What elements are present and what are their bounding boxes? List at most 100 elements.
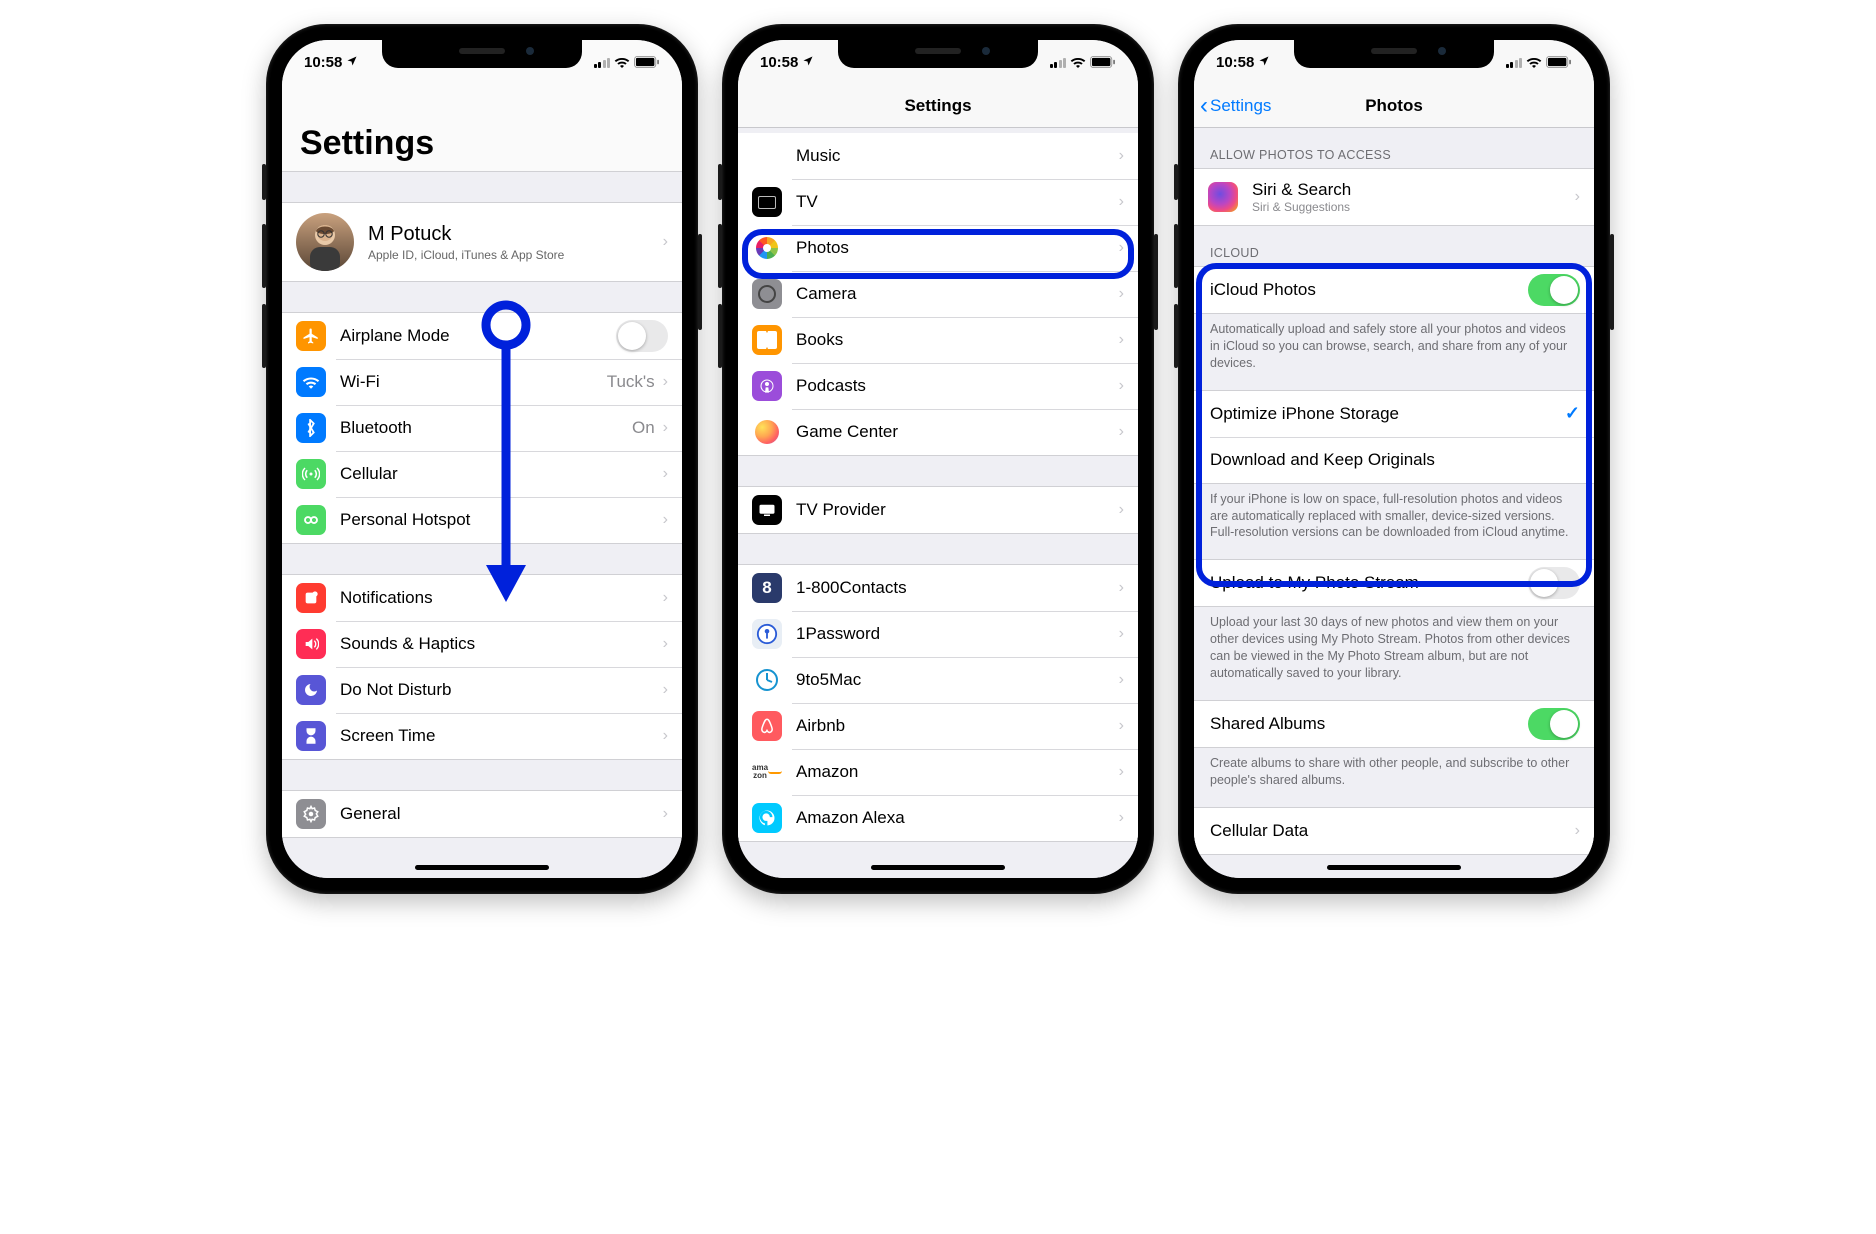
- back-button[interactable]: ‹ Settings: [1200, 84, 1271, 127]
- profile-row[interactable]: M Potuck Apple ID, iCloud, iTunes & App …: [282, 203, 682, 281]
- row-screentime[interactable]: Screen Time ›: [282, 713, 682, 759]
- cell-signal-icon: [1050, 57, 1067, 68]
- row-1password[interactable]: 1Password›: [738, 611, 1138, 657]
- row-label: Camera: [796, 284, 1111, 304]
- row-label: TV Provider: [796, 500, 1111, 520]
- row-label: Wi-Fi: [340, 372, 607, 392]
- row-airbnb[interactable]: Airbnb›: [738, 703, 1138, 749]
- home-indicator[interactable]: [871, 865, 1005, 870]
- row-label: Books: [796, 330, 1111, 350]
- row-gamecenter[interactable]: Game Center›: [738, 409, 1138, 455]
- row-amazon[interactable]: amazon Amazon›: [738, 749, 1138, 795]
- app-icon: [752, 711, 782, 741]
- chevron-icon: ›: [1119, 331, 1124, 349]
- row-1800contacts[interactable]: 8 1-800Contacts›: [738, 565, 1138, 611]
- row-photos[interactable]: Photos›: [738, 225, 1138, 271]
- profile-name: M Potuck: [368, 223, 655, 246]
- home-indicator[interactable]: [415, 865, 549, 870]
- location-icon: [1258, 55, 1270, 70]
- chevron-icon: ›: [663, 465, 668, 483]
- wifi-icon: [614, 56, 630, 68]
- iphone-frame-2: 10:58 Settings ♪ Music›: [722, 24, 1154, 894]
- status-time: 10:58: [760, 54, 798, 71]
- app-icon: [752, 619, 782, 649]
- row-bluetooth[interactable]: Bluetooth On ›: [282, 405, 682, 451]
- row-cellular-data[interactable]: Cellular Data ›: [1194, 808, 1594, 854]
- icloud-photos-toggle[interactable]: [1528, 274, 1580, 306]
- nav-bar: ‹ Settings Photos: [1194, 84, 1594, 128]
- row-tvprovider[interactable]: TV Provider›: [738, 487, 1138, 533]
- row-tv[interactable]: TV›: [738, 179, 1138, 225]
- row-sounds[interactable]: Sounds & Haptics ›: [282, 621, 682, 667]
- row-photostream[interactable]: Upload to My Photo Stream: [1194, 560, 1594, 606]
- row-label: 9to5Mac: [796, 670, 1111, 690]
- back-chevron-icon: ‹: [1200, 92, 1208, 120]
- airplane-toggle[interactable]: [616, 320, 668, 352]
- row-label: Amazon: [796, 762, 1111, 782]
- row-airplane-mode[interactable]: Airplane Mode: [282, 313, 682, 359]
- row-label: Cellular Data: [1210, 821, 1567, 841]
- checkmark-icon: ✓: [1565, 403, 1580, 424]
- row-shared-albums[interactable]: Shared Albums: [1194, 701, 1594, 747]
- row-label: General: [340, 804, 655, 824]
- row-siri-search[interactable]: Siri & Search Siri & Suggestions ›: [1194, 169, 1594, 225]
- row-optimize-storage[interactable]: Optimize iPhone Storage ✓: [1194, 391, 1594, 437]
- app-icon: [752, 665, 782, 695]
- profile-sub: Apple ID, iCloud, iTunes & App Store: [368, 248, 655, 262]
- footer-icloud: Automatically upload and safely store al…: [1194, 314, 1594, 390]
- row-podcasts[interactable]: Podcasts ›: [738, 363, 1138, 409]
- chevron-icon: ›: [663, 373, 668, 391]
- row-cellular[interactable]: Cellular ›: [282, 451, 682, 497]
- row-dnd[interactable]: Do Not Disturb ›: [282, 667, 682, 713]
- bluetooth-icon: [296, 413, 326, 443]
- chevron-icon: ›: [1119, 147, 1124, 165]
- sounds-icon: [296, 629, 326, 659]
- chevron-icon: ›: [1119, 377, 1124, 395]
- dnd-icon: [296, 675, 326, 705]
- notifications-icon: [296, 583, 326, 613]
- row-label: TV: [796, 192, 1111, 212]
- row-label: Siri & Search: [1252, 180, 1567, 200]
- row-download-originals[interactable]: Download and Keep Originals: [1194, 437, 1594, 483]
- row-label: Photos: [796, 238, 1111, 258]
- row-books[interactable]: Books ›: [738, 317, 1138, 363]
- row-value: On: [632, 418, 655, 438]
- row-label: Podcasts: [796, 376, 1111, 396]
- large-title-header: Settings: [282, 84, 682, 172]
- notch: [1294, 40, 1494, 68]
- row-label: Airplane Mode: [340, 326, 616, 346]
- chevron-icon: ›: [1119, 625, 1124, 643]
- row-9to5mac[interactable]: 9to5Mac ›: [738, 657, 1138, 703]
- cellular-icon: [296, 459, 326, 489]
- photostream-toggle[interactable]: [1528, 567, 1580, 599]
- chevron-icon: ›: [1119, 671, 1124, 689]
- row-hotspot[interactable]: Personal Hotspot ›: [282, 497, 682, 543]
- row-general[interactable]: General ›: [282, 791, 682, 837]
- row-label: 1-800Contacts: [796, 578, 1111, 598]
- music-icon: ♪: [752, 141, 782, 171]
- shared-albums-toggle[interactable]: [1528, 708, 1580, 740]
- row-label: Shared Albums: [1210, 714, 1528, 734]
- row-alexa[interactable]: Amazon Alexa›: [738, 795, 1138, 841]
- row-music[interactable]: ♪ Music›: [738, 133, 1138, 179]
- avatar-image: [296, 213, 354, 271]
- status-time: 10:58: [1216, 54, 1254, 71]
- chevron-icon: ›: [663, 511, 668, 529]
- footer-shared: Create albums to share with other people…: [1194, 748, 1594, 807]
- notch: [382, 40, 582, 68]
- row-icloud-photos[interactable]: iCloud Photos: [1194, 267, 1594, 313]
- siri-icon: [1208, 182, 1238, 212]
- row-camera[interactable]: Camera›: [738, 271, 1138, 317]
- chevron-icon: ›: [663, 419, 668, 437]
- cell-signal-icon: [594, 57, 611, 68]
- home-indicator[interactable]: [1327, 865, 1461, 870]
- row-label: Optimize iPhone Storage: [1210, 404, 1565, 424]
- status-time: 10:58: [304, 54, 342, 71]
- chevron-icon: ›: [1119, 579, 1124, 597]
- row-label: Screen Time: [340, 726, 655, 746]
- row-wifi[interactable]: Wi-Fi Tuck's ›: [282, 359, 682, 405]
- chevron-icon: ›: [1119, 809, 1124, 827]
- wifi-icon: [1526, 56, 1542, 68]
- chevron-icon: ›: [1575, 822, 1580, 840]
- row-notifications[interactable]: Notifications ›: [282, 575, 682, 621]
